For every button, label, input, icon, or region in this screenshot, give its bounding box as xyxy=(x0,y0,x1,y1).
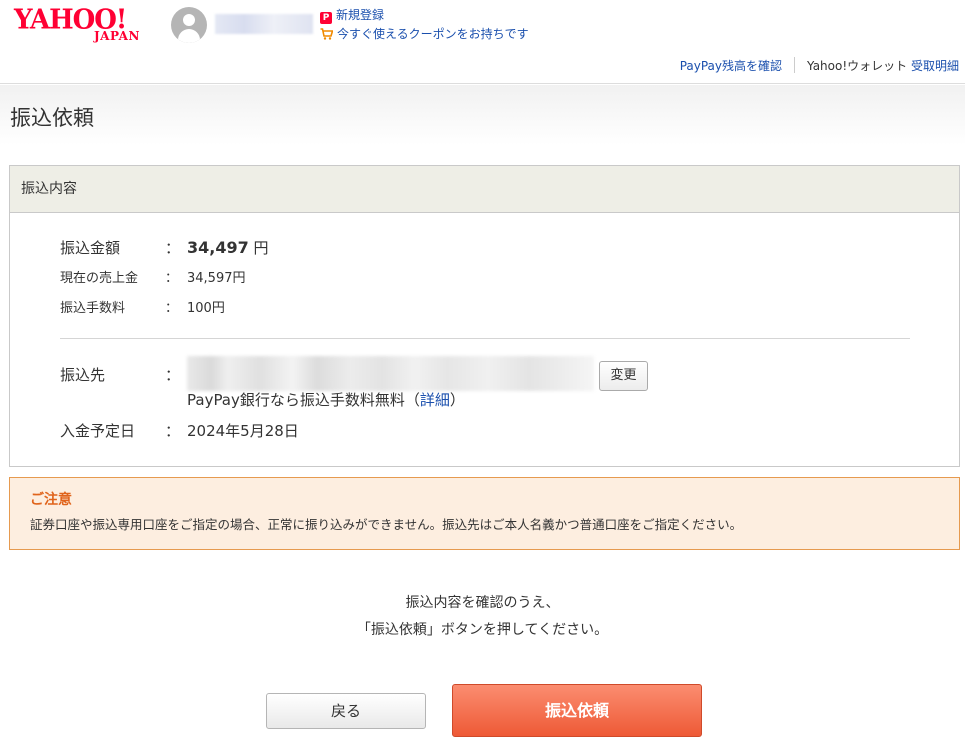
back-button[interactable]: 戻る xyxy=(266,693,426,729)
free-fee-note: PayPay銀行なら振込手数料無料（詳細） xyxy=(187,390,465,410)
avatar-head xyxy=(183,14,195,26)
deposit-date-value: 2024年5月28日 xyxy=(187,422,299,440)
register-link-label: 新規登録 xyxy=(336,8,385,22)
current-sales-label: 現在の売上金 xyxy=(60,271,139,286)
current-sales-colon: ： xyxy=(165,271,179,286)
free-fee-note-text: PayPay銀行なら振込手数料無料（ xyxy=(187,391,420,409)
details-header: 振込内容 xyxy=(10,166,959,213)
instruction-line-2: 「振込依頼」ボタンを押してください。 xyxy=(356,622,609,638)
deposit-date-colon: ： xyxy=(165,422,181,440)
details-divider xyxy=(60,338,910,339)
header: YAHOO! JAPAN P 新規登録 今すぐ使えるクーポンをお持ちです PayP… xyxy=(0,0,965,84)
transfer-details-panel: 振込内容 振込金額 ： 34,497 円 現在の売上金 ： 34,597円 振込… xyxy=(9,165,960,467)
caution-body: 証券口座や振込専用口座をご指定の場合、正常に振り込みができません。振込先はご本人… xyxy=(30,517,743,532)
cart-icon xyxy=(320,28,333,40)
paypay-icon: P xyxy=(320,12,332,24)
caution-notice: ご注意 証券口座や振込専用口座をご指定の場合、正常に振り込みができません。振込先… xyxy=(9,477,960,550)
amount-colon: ： xyxy=(165,239,181,257)
title-band xyxy=(0,85,965,145)
fee-colon: ： xyxy=(165,301,179,316)
details-link[interactable]: 詳細 xyxy=(420,391,450,409)
fee-value: 100円 xyxy=(187,301,225,316)
amount-unit: 円 xyxy=(253,239,269,257)
username-redacted xyxy=(215,14,313,34)
details-heading: 振込内容 xyxy=(21,181,77,197)
statement-link[interactable]: 受取明細 xyxy=(911,59,959,73)
destination-account-redacted xyxy=(187,356,594,391)
yahoo-japan-logo[interactable]: YAHOO! JAPAN xyxy=(14,5,154,44)
logo-subtext: JAPAN xyxy=(94,29,140,43)
deposit-date-label: 入金予定日 xyxy=(60,422,136,440)
coupon-link-label: 今すぐ使えるクーポンをお持ちです xyxy=(337,27,529,41)
amount-number: 34,497 xyxy=(187,238,249,257)
avatar-body xyxy=(178,29,200,43)
submit-transfer-button[interactable]: 振込依頼 xyxy=(452,684,702,737)
paypay-balance-link[interactable]: PayPay残高を確認 xyxy=(680,59,782,73)
amount-value: 34,497 円 xyxy=(187,238,269,258)
nav-divider xyxy=(794,57,796,73)
caution-title: ご注意 xyxy=(30,492,72,508)
register-link[interactable]: P 新規登録 xyxy=(320,7,384,24)
fee-label: 振込手数料 xyxy=(60,301,126,316)
free-fee-note-end: ） xyxy=(449,391,465,409)
instruction-line-1: 振込内容を確認のうえ、 xyxy=(405,595,560,611)
current-sales-value: 34,597円 xyxy=(187,271,246,286)
page-title: 振込依頼 xyxy=(10,106,94,130)
coupon-link[interactable]: 今すぐ使えるクーポンをお持ちです xyxy=(320,26,529,42)
wallet-label: Yahoo!ウォレット xyxy=(807,59,908,73)
destination-colon: ： xyxy=(165,366,181,384)
destination-label: 振込先 xyxy=(60,366,106,384)
change-destination-button[interactable]: 変更 xyxy=(599,361,648,391)
sub-navigation: PayPay残高を確認 Yahoo!ウォレット 受取明細 xyxy=(680,57,959,74)
avatar[interactable] xyxy=(171,7,207,43)
amount-label: 振込金額 xyxy=(60,239,121,257)
